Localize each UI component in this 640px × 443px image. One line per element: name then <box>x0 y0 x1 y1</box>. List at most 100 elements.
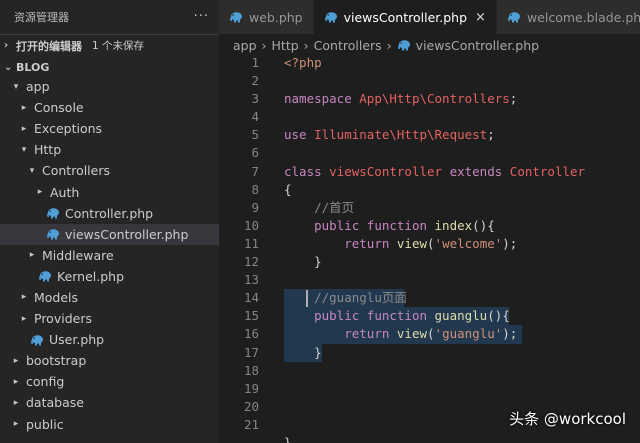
code-token: ( <box>427 326 435 342</box>
tree-folder-item[interactable]: ▾ Http <box>0 139 219 160</box>
breadcrumb-item[interactable]: viewsController.php <box>416 38 539 53</box>
code-line: 6 <box>219 144 640 162</box>
line-number: 2 <box>251 73 259 89</box>
line-number: 4 <box>251 109 259 125</box>
chevron-right-icon: ▸ <box>21 313 27 324</box>
line-number: 12 <box>243 254 259 270</box>
editor-area: web.php viewsController.php × welcome.blade… <box>219 0 640 443</box>
chevron-right-icon: ▸ <box>37 187 43 198</box>
code-token: } <box>284 344 322 360</box>
code-token: viewsController <box>329 163 450 179</box>
code-text: //首页 <box>284 199 354 217</box>
editor-tabs: web.php viewsController.php × welcome.blade… <box>219 0 640 34</box>
tree-folder-item[interactable]: ▸ Models <box>0 287 219 308</box>
explorer-header: 资源管理器 ··· <box>0 0 219 34</box>
close-icon[interactable]: × <box>475 10 486 25</box>
code-editor[interactable]: 1 <?php 2 3 namespace App\Http\Controllers; 4… <box>219 54 640 443</box>
code-token: App\Http\Controllers <box>359 91 510 107</box>
code-line: 2 <box>219 72 640 90</box>
editor-tab[interactable]: viewsController.php × <box>313 0 497 34</box>
tree-folder-item[interactable]: ▸ Middleware <box>0 245 219 266</box>
tree-file-item[interactable]: Kernel.php <box>0 266 219 287</box>
tree-item-label: Controller.php <box>65 205 154 221</box>
tree-folder-item[interactable]: ▸ config <box>0 371 219 392</box>
explorer-title: 资源管理器 <box>14 11 69 24</box>
tree-folder-item[interactable]: ▸ Exceptions <box>0 118 219 139</box>
breadcrumb-item[interactable]: Controllers <box>314 38 382 53</box>
tab-label: web.php <box>249 9 303 25</box>
code-token: extends <box>449 163 510 179</box>
tree-item-label: database <box>26 395 84 411</box>
line-number: 7 <box>251 163 259 179</box>
code-token: (){ <box>487 308 510 324</box>
tree-folder-item[interactable]: ▸ public <box>0 414 219 435</box>
line-number: 20 <box>243 398 259 414</box>
tree-item-label: app <box>26 79 50 95</box>
code-token: namespace <box>284 91 360 107</box>
more-actions-icon[interactable]: ··· <box>194 9 209 24</box>
code-line: 7 class viewsController extends Controlle… <box>219 163 640 181</box>
code-token: ( <box>427 235 435 251</box>
code-line: 3 namespace App\Http\Controllers; <box>219 90 640 108</box>
code-token: (){ <box>472 217 495 233</box>
code-line: 1 <?php <box>219 54 640 72</box>
tree-file-item[interactable]: Controller.php <box>0 203 219 224</box>
editor-tab[interactable]: welcome.blade.php <box>496 0 640 34</box>
open-editors-section[interactable]: › 打开的编辑器 1 个未保存 <box>0 34 219 56</box>
code-text: class viewsController extends Controller <box>284 163 585 181</box>
elephant-php-icon <box>47 229 59 240</box>
code-text: return view('guanglu'); <box>284 325 517 343</box>
code-token: ); <box>502 326 518 342</box>
code-line: 10 public function index(){ <box>219 217 640 235</box>
code-token: <?php <box>284 55 322 70</box>
line-number: 8 <box>251 181 259 197</box>
tree-folder-item[interactable]: ▸ Auth <box>0 181 219 202</box>
chevron-right-icon: ▸ <box>21 292 27 303</box>
code-token: ; <box>487 127 495 143</box>
chevron-right-icon: › <box>4 40 9 51</box>
code-token: Controller <box>509 163 586 179</box>
tree-folder-item[interactable]: ▾ app <box>0 76 219 97</box>
line-number: 1 <box>251 55 259 70</box>
chevron-right-icon: ▸ <box>13 419 19 430</box>
code-line: 4 <box>219 108 640 126</box>
code-line: 5 use Illuminate\Http\Request; <box>219 126 640 144</box>
chevron-down-icon: ▾ <box>29 165 35 176</box>
elephant-php-icon <box>39 271 51 282</box>
code-text: public function index(){ <box>284 217 495 235</box>
tree-folder-item[interactable]: ▾ Controllers <box>0 160 219 181</box>
code-token: //首页 <box>314 199 355 215</box>
elephant-php-icon <box>397 40 410 51</box>
tree-item-label: Exceptions <box>34 121 103 137</box>
code-text: <?php <box>284 54 322 72</box>
tree-item-label: Controllers <box>42 163 110 179</box>
chevron-right-icon: ▸ <box>29 250 35 261</box>
tree-item-label: bootstrap <box>26 353 87 369</box>
tree-file-item[interactable]: User.php <box>0 329 219 350</box>
code-line: 18 <box>219 362 640 380</box>
unsaved-badge: 1 个未保存 <box>92 40 145 52</box>
code-line: 15 public function guanglu(){ <box>219 307 640 326</box>
tree-item-label: Middleware <box>42 247 114 263</box>
tree-item-label: Kernel.php <box>57 268 125 284</box>
project-section[interactable]: ⌄ BLOG <box>0 56 219 78</box>
code-line: 8{ <box>219 181 640 199</box>
code-token: 'welcome' <box>434 235 503 251</box>
code-token: return <box>344 326 397 342</box>
tree-folder-item[interactable]: ▸ Providers <box>0 308 219 329</box>
breadcrumb-item[interactable]: Http <box>272 38 299 53</box>
code-line: 11 return view('welcome'); <box>219 235 640 253</box>
tree-file-item[interactable]: viewsController.php <box>0 223 219 245</box>
breadcrumb-item[interactable]: app <box>233 38 257 53</box>
code-text: //guanglu页面 <box>284 289 407 307</box>
code-text: { <box>284 181 292 199</box>
editor-tab[interactable]: web.php <box>219 0 314 34</box>
code-text: } <box>284 344 322 362</box>
tree-folder-item[interactable]: ▸ database <box>0 392 219 413</box>
tree-folder-item[interactable]: ▸ bootstrap <box>0 350 219 371</box>
code-token: public function <box>314 217 435 233</box>
tree-item-label: Http <box>34 142 62 158</box>
tree-folder-item[interactable]: ▸ Console <box>0 97 219 118</box>
